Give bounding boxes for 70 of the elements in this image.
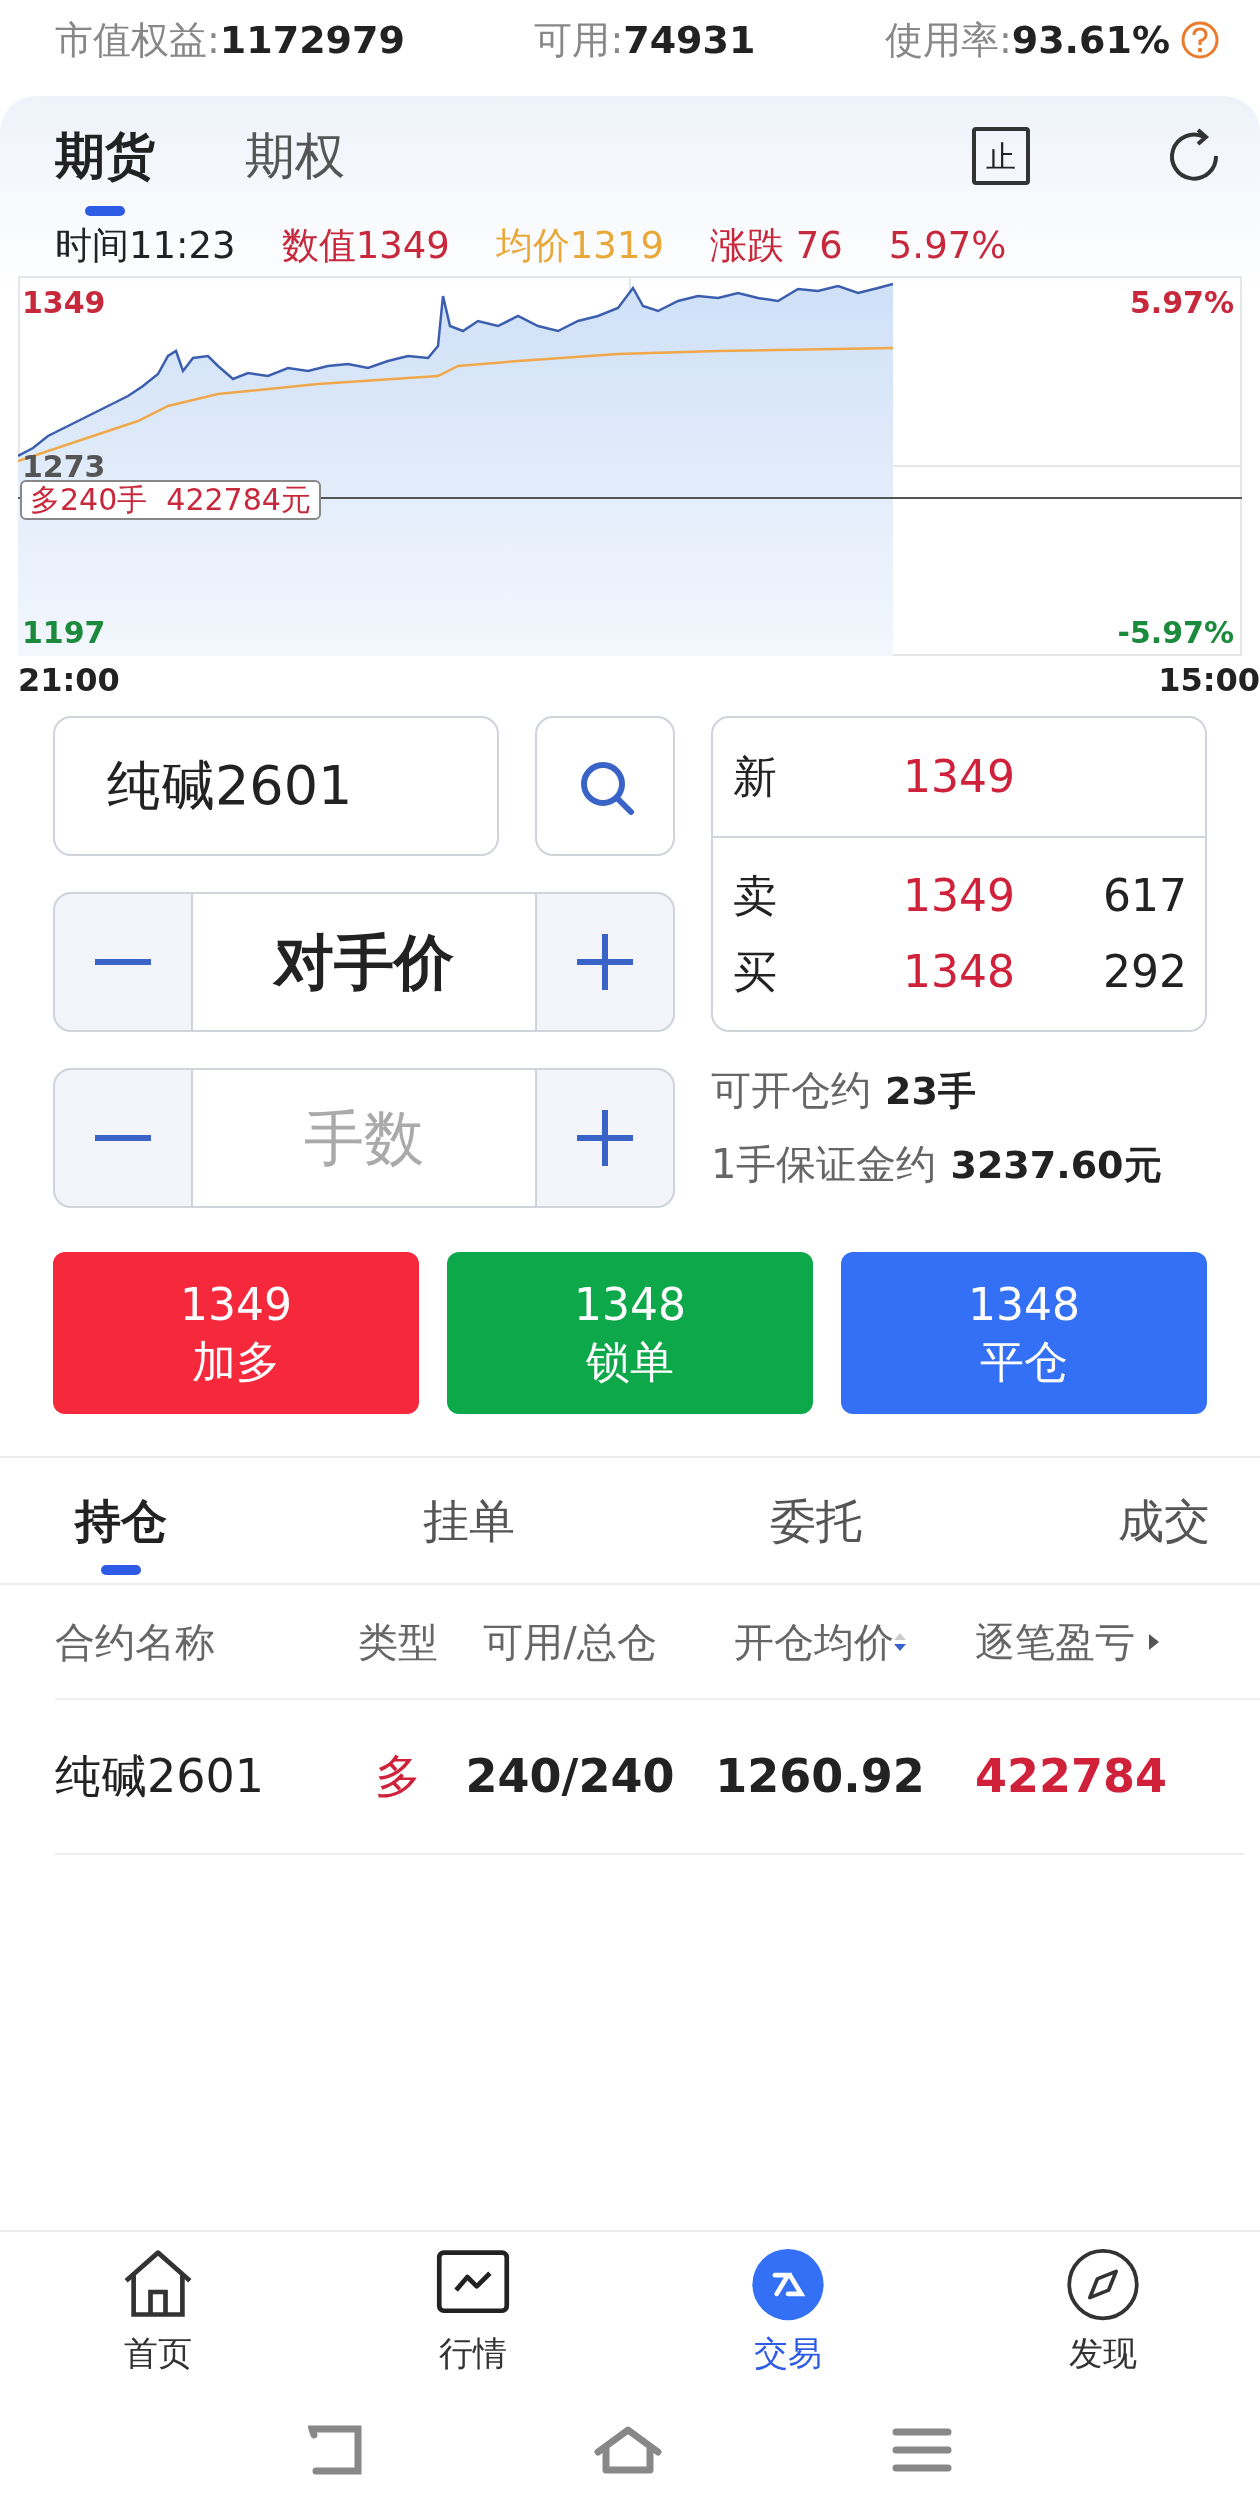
- minus-icon: [95, 959, 151, 965]
- stat-value: 74931: [623, 16, 756, 64]
- table-cell-text: 多: [373, 1748, 422, 1805]
- quote-text: 均价1319: [495, 223, 664, 270]
- position-tag: 多240手 422784元: [20, 480, 321, 520]
- book-volume: 617: [1103, 869, 1187, 923]
- plus-button[interactable]: [535, 1068, 675, 1208]
- column-header[interactable]: 合约名称: [55, 1611, 215, 1672]
- nav-item[interactable]: 首页: [0, 2246, 315, 2380]
- plus-icon: [577, 934, 633, 990]
- axis-label: -5.97%: [1117, 618, 1234, 648]
- search-button[interactable]: [535, 716, 675, 856]
- column-header[interactable]: 开仓均价: [734, 1611, 894, 1672]
- stat-value: 93.61%: [1011, 16, 1170, 64]
- order-tab[interactable]: 成交: [1117, 1465, 1210, 1576]
- nav-item[interactable]: 交易: [630, 2246, 945, 2380]
- sort-icon[interactable]: [894, 1632, 906, 1651]
- book-label: 新: [733, 750, 778, 804]
- order-tab[interactable]: 持仓: [75, 1465, 167, 1576]
- quote-text: 数值1349: [281, 223, 450, 270]
- stat-label: 可用:: [534, 16, 624, 64]
- back-icon[interactable]: [308, 2425, 364, 2475]
- info-value: 3237.60元: [950, 1142, 1162, 1189]
- axis-label: 1273: [22, 452, 106, 482]
- info-label: 可开仓约: [711, 1066, 871, 1115]
- table-cell-text: 422784: [974, 1748, 1169, 1805]
- price-type-field[interactable]: 对手价: [193, 892, 535, 1032]
- order-tab[interactable]: 挂单: [422, 1465, 515, 1576]
- column-header[interactable]: 类型: [357, 1611, 438, 1672]
- menu-icon[interactable]: [892, 2426, 952, 2474]
- nav-item[interactable]: 行情: [315, 2246, 630, 2380]
- market-tab[interactable]: 期权: [245, 96, 345, 216]
- minus-icon: [95, 1135, 151, 1141]
- stat-label: 市值权益:: [55, 16, 220, 64]
- plus-button[interactable]: [535, 892, 675, 1032]
- book-label: 买: [733, 945, 778, 999]
- stop-icon[interactable]: 止: [972, 127, 1030, 185]
- book-volume: 292: [1103, 945, 1187, 999]
- table-cell-text: 1260.92: [714, 1748, 926, 1805]
- table-cell-text: 240/240: [465, 1748, 675, 1805]
- help-icon[interactable]: [1180, 20, 1220, 60]
- home-icon[interactable]: [594, 2424, 662, 2476]
- quantity-field[interactable]: 手数: [193, 1068, 535, 1208]
- time-label: 21:00: [18, 660, 120, 696]
- scroll-right-icon[interactable]: [1149, 1633, 1159, 1650]
- book-price: 1348: [903, 945, 1016, 999]
- contract-field[interactable]: 纯碱2601: [53, 716, 499, 856]
- quote-text: 涨跌 76: [710, 223, 843, 270]
- book-price: 1349: [903, 750, 1016, 804]
- time-label: 15:00: [1158, 660, 1260, 696]
- info-value: 23手: [885, 1068, 976, 1115]
- column-header[interactable]: 逐笔盈亏: [975, 1611, 1135, 1672]
- trade-button[interactable]: 1349 加多: [53, 1252, 419, 1414]
- table-cell-text: 纯碱2601: [55, 1748, 266, 1805]
- plus-icon: [577, 1110, 633, 1166]
- axis-label: 1349: [22, 288, 106, 318]
- stat-value: 1172979: [219, 16, 405, 64]
- book-label: 卖: [733, 869, 778, 923]
- stat-label: 使用率:: [884, 16, 1012, 64]
- nav-item[interactable]: 发现: [945, 2246, 1260, 2380]
- market-tab[interactable]: 期货: [55, 96, 155, 216]
- info-label: 1手保证金约: [711, 1140, 937, 1189]
- quote-text: 时间11:23: [55, 223, 236, 270]
- order-tab[interactable]: 委托: [770, 1465, 863, 1576]
- column-header[interactable]: 可用/总仓: [483, 1611, 657, 1672]
- axis-label: 5.97%: [1129, 288, 1234, 318]
- book-price: 1349: [903, 869, 1016, 923]
- trade-button[interactable]: 1348 平仓: [841, 1252, 1207, 1414]
- axis-label: 1197: [22, 618, 106, 648]
- quote-text: 5.97%: [888, 223, 1007, 270]
